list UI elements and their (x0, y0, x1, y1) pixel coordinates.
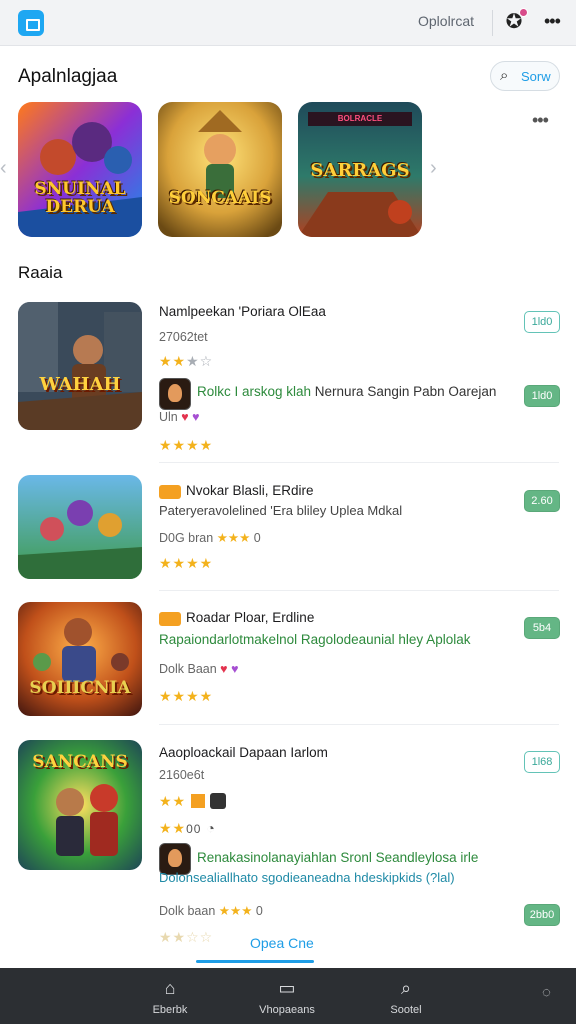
divider (159, 724, 559, 725)
item-title: Aaoploackail Dapaan Iarlom (159, 745, 328, 760)
item-title: Namlpeekan 'Poriara OlEaa (159, 304, 326, 319)
app-logo-icon[interactable] (18, 10, 44, 36)
action-pill[interactable]: 2.60 (524, 490, 560, 512)
nav-item-label: Vhopaeans (259, 1004, 315, 1016)
game-thumbnail-title: SOIIICNIA (29, 678, 131, 698)
divider (159, 462, 559, 463)
rank-tag (159, 485, 181, 499)
item-title: Roadar Ploar, Erdline (186, 610, 315, 625)
heart-icon: ♥ (181, 410, 189, 424)
featured-card[interactable]: SNUINAL DERUA (18, 102, 142, 237)
rating-stars: ★★00 ◔ (159, 820, 216, 836)
heart-icon: ♥ (231, 662, 239, 676)
list-section-title: Raaia (18, 263, 63, 282)
rating-stars: ★★ (159, 793, 226, 810)
more-options-icon[interactable]: ••• (532, 111, 558, 129)
home-icon: ⌂ (164, 978, 176, 998)
featured-card[interactable]: SONCAAIS (158, 102, 282, 237)
action-pill[interactable]: 1l68 (524, 751, 560, 773)
open-link-underline (196, 960, 314, 963)
item-highlight-text: Rolkc I arskog klah Nernura Sangin Pabn … (197, 384, 497, 399)
item-highlight-text: Renakasinolanayiahlan Sronl Seandleylosa… (197, 850, 479, 865)
item-subtitle: 27062tet (159, 330, 208, 344)
see-all-button[interactable]: ⌕ Sorw (490, 61, 560, 91)
game-thumbnail-title: SANCANS (32, 752, 128, 772)
game-thumbnail: SANCANS (18, 740, 142, 870)
item-meta: D0G bran ★★★ 0 (159, 531, 261, 545)
featured-card-art (158, 102, 282, 237)
divider (492, 10, 493, 36)
action-pill[interactable]: 5b4 (524, 617, 560, 639)
divider (159, 590, 559, 591)
action-pill[interactable]: 1ld0 (524, 311, 560, 333)
game-thumbnail-art (18, 302, 142, 430)
rating-stars: ★★★★ (159, 437, 214, 453)
top-link[interactable]: Oplolrcat (418, 13, 498, 33)
item-meta: Dolk baan ★★★ 0 (159, 904, 263, 918)
search-icon: ⌕ (400, 978, 412, 998)
rating-stars: ★★★★ (159, 688, 214, 704)
item-meta: Dolk Baan ♥ ♥ (159, 662, 239, 676)
more-icon[interactable]: ••• (544, 12, 566, 30)
game-thumbnail-title: WAHAH (39, 374, 121, 395)
open-link[interactable]: Opea Cne (250, 935, 340, 955)
game-thumbnail: SOIIICNIA (18, 602, 142, 716)
nav-item-library[interactable]: ▭ Vhopaeans (252, 968, 322, 1024)
featured-card-title: SNUINAL DERUA (34, 179, 126, 217)
avatar (159, 378, 191, 410)
item-meta: Uln ♥ ♥ (159, 410, 200, 424)
chevron-left-icon[interactable]: ‹ (0, 158, 14, 178)
heart-icon: ♥ (192, 410, 200, 424)
game-thumbnail-art (18, 602, 142, 716)
chevron-right-icon[interactable]: › (430, 158, 444, 178)
bottom-nav: ⌂ Eberbk ▭ Vhopaeans ⌕ Sootel (0, 968, 576, 1024)
search-icon: ⌕ (500, 67, 509, 84)
heart-icon: ♥ (220, 662, 228, 676)
rating-stars: ★★☆☆ (159, 929, 214, 945)
item-highlight-text: Rapaiondarlotmakelnol Ragolodeaunial hle… (159, 632, 471, 647)
action-pill[interactable]: 2bb0 (524, 904, 560, 926)
game-thumbnail-art (18, 475, 142, 579)
featured-section-title: Apalnlagjaa (18, 66, 118, 87)
featured-card-badge: BOLRACLE (337, 114, 383, 123)
see-all-label: Sorw (521, 69, 551, 84)
rating-stars: ★★★☆ (159, 353, 214, 369)
top-bar: Oplolrcat ✪ ••• (0, 0, 576, 46)
nav-item-home[interactable]: ⌂ Eberbk (140, 968, 200, 1024)
nav-item-label: Eberbk (152, 1004, 188, 1016)
nav-item-label: Sootel (390, 1004, 422, 1016)
nav-item-search[interactable]: ⌕ Sootel (378, 968, 434, 1024)
notification-dot (519, 8, 528, 17)
featured-card[interactable]: BOLRACLE SARRAGS (298, 102, 422, 237)
item-subtitle: Pateryeravolelined 'Era bliley Uplea Mdk… (159, 503, 403, 518)
featured-card-title: SONCAAIS (168, 188, 272, 208)
action-pill[interactable]: 1ld0 (524, 385, 560, 407)
item-subtitle: 2160e6t (159, 768, 205, 782)
item-title: Nvokar Blasli, ERdire (186, 483, 314, 498)
clock-icon: ◔ (206, 820, 216, 836)
rating-stars: ★★★★ (159, 555, 214, 571)
item-description: Dolonsealiallhato sgodieaneadna hdeskipk… (159, 870, 455, 885)
library-icon: ▭ (278, 978, 296, 998)
game-thumbnail: WAHAH (18, 302, 142, 430)
game-thumbnail (18, 475, 142, 579)
rank-tag (159, 612, 181, 626)
chat-icon[interactable]: ◌ (542, 984, 562, 1004)
featured-card-title: SARRAGS (310, 160, 410, 181)
